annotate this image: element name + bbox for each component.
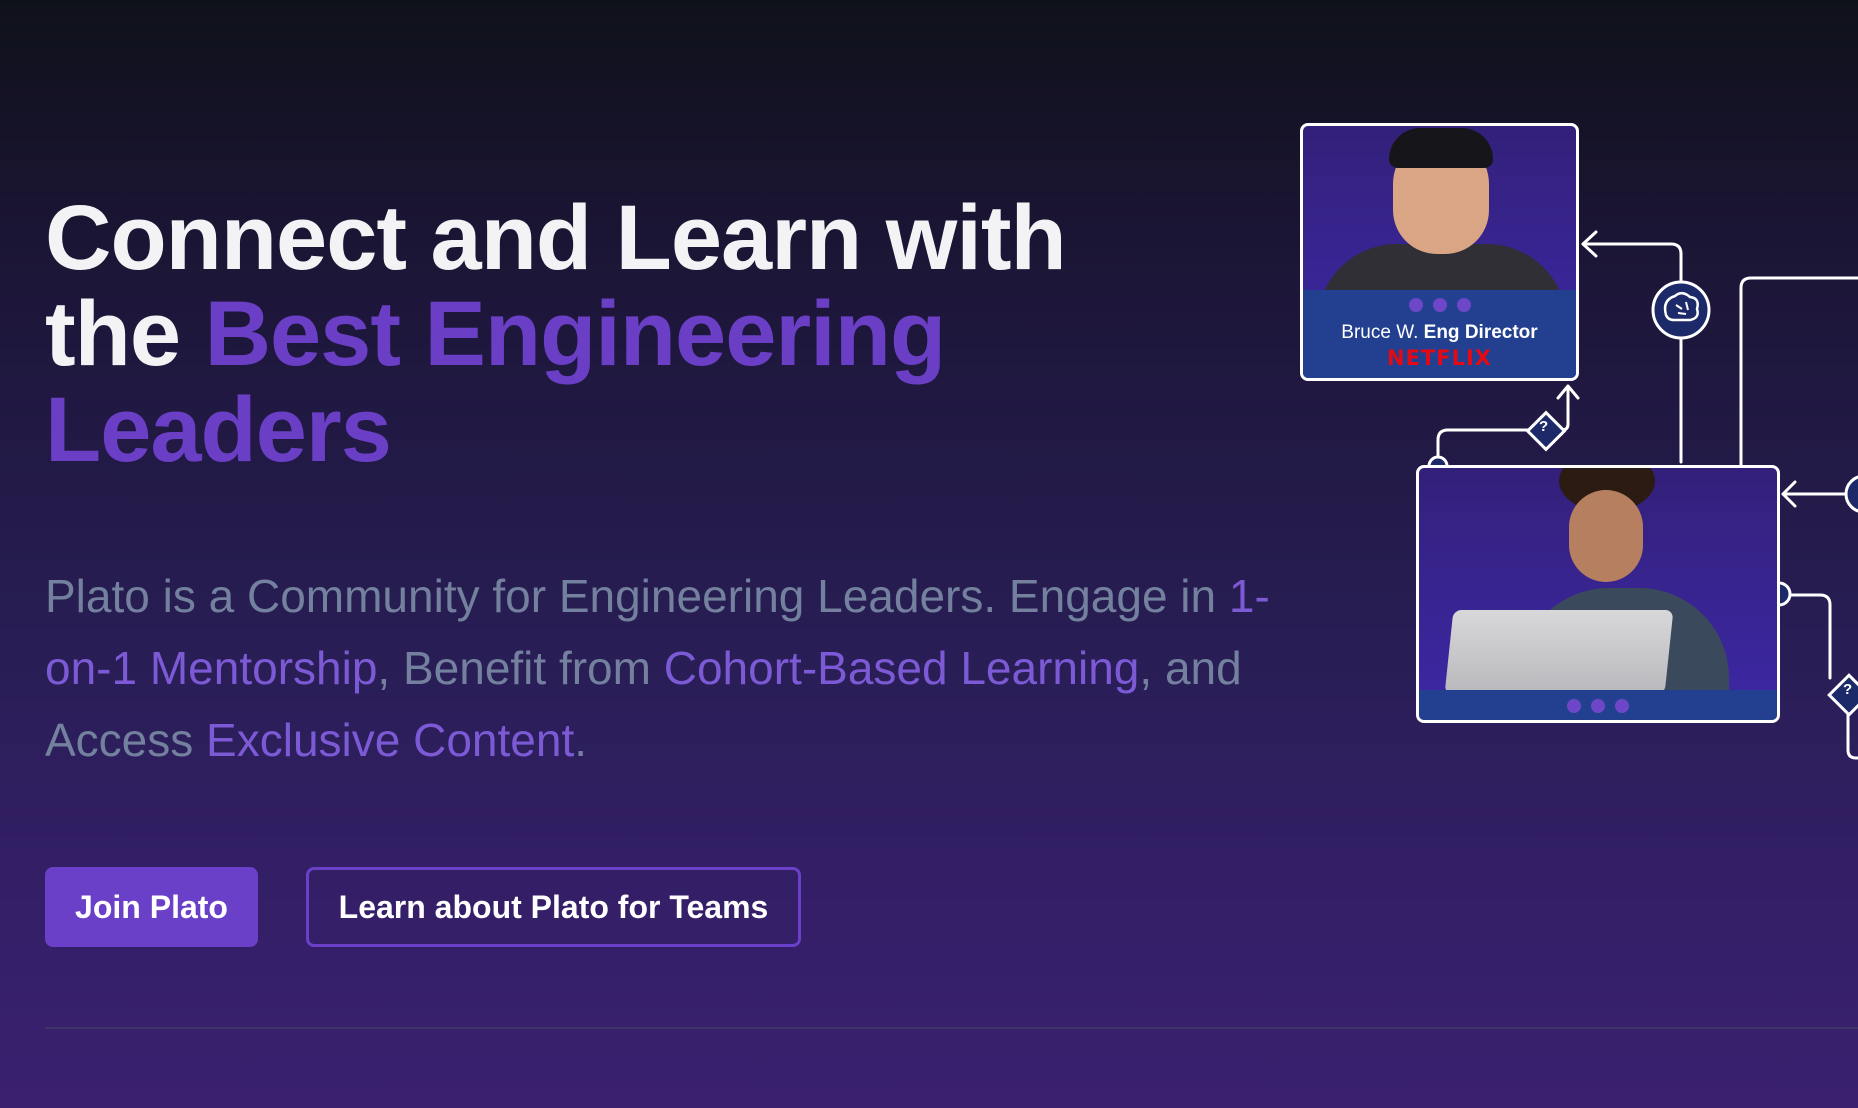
hero-title-the: the <box>45 283 181 385</box>
mentor-caption: Bruce W. Eng Director <box>1303 322 1576 344</box>
question-mark: ? <box>1539 418 1549 435</box>
video-card-footer: Bruce W. Eng Director NETFLIX <box>1303 290 1576 378</box>
hero-title-accent-leaders: Leaders <box>45 379 392 481</box>
hero-title-accent: Best Engineering <box>204 283 947 385</box>
hero-title: Connect and Learn with the Best Engineer… <box>45 190 1205 478</box>
hero-title-line1: Connect and Learn with <box>45 187 1067 289</box>
video-controls-dots <box>1419 699 1777 713</box>
hero-illustration: ? ? Bruce W. Eng Director NETFLIX <box>1290 110 1858 790</box>
description-text: . <box>574 714 588 766</box>
section-divider <box>45 1027 1858 1029</box>
mentor-video-card: Bruce W. Eng Director NETFLIX <box>1300 123 1579 381</box>
mentee-video-card <box>1416 465 1780 723</box>
mentor-name: Bruce W. <box>1341 322 1419 343</box>
laptop <box>1444 610 1674 694</box>
mentor-role: Eng Director <box>1423 322 1538 343</box>
question-mark: ? <box>1843 681 1853 698</box>
highlight-cohort-learning: Cohort-Based Learning <box>663 642 1140 694</box>
mentor-company-logo: NETFLIX <box>1387 346 1492 370</box>
video-controls-dots <box>1303 298 1576 312</box>
plato-for-teams-button[interactable]: Learn about Plato for Teams <box>306 867 801 947</box>
description-text: , Benefit from <box>377 642 664 694</box>
join-plato-button[interactable]: Join Plato <box>45 867 258 947</box>
description-text: Plato is a Community for Engineering Lea… <box>45 570 1229 622</box>
connector-node <box>1844 475 1858 513</box>
brain-icon <box>1651 280 1711 340</box>
hero-description: Plato is a Community for Engineering Lea… <box>45 560 1275 776</box>
video-card-footer <box>1419 690 1777 720</box>
mentee-photo <box>1419 468 1777 720</box>
highlight-exclusive-content: Exclusive Content <box>206 714 575 766</box>
